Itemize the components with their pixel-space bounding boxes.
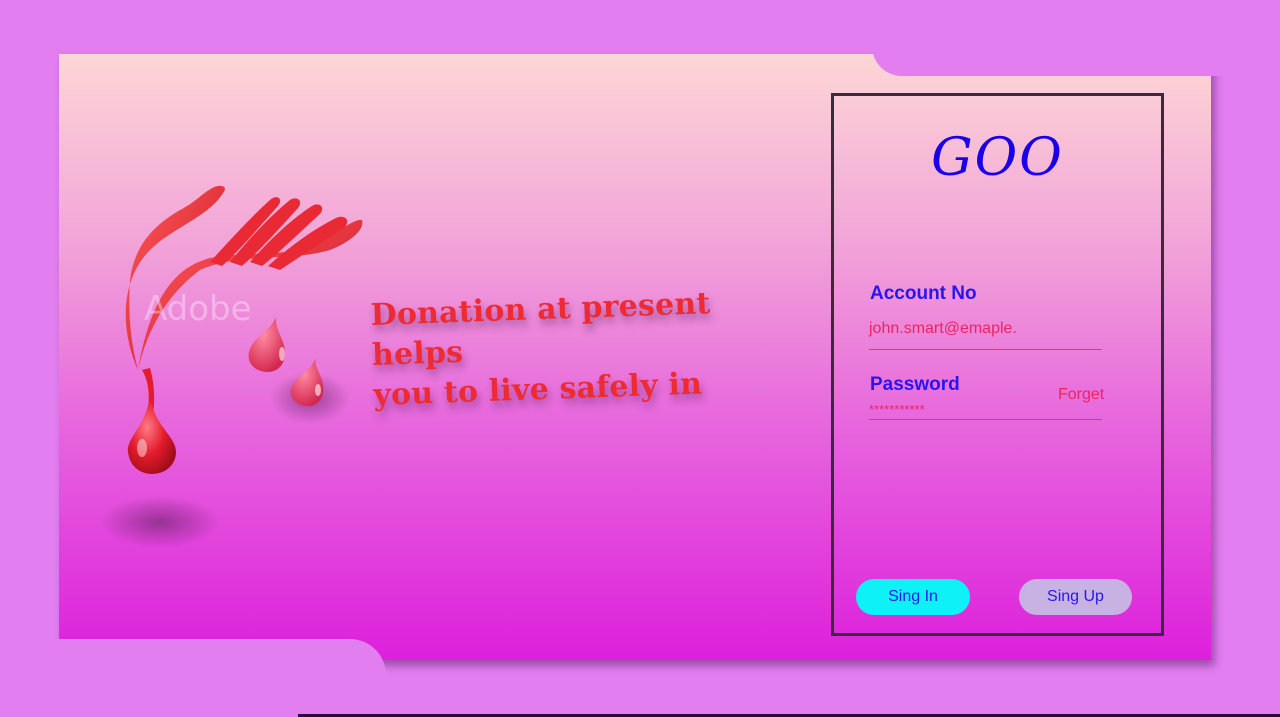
sign-up-button[interactable]: Sing Up (1019, 579, 1132, 615)
account-no-label: Account No (870, 283, 977, 304)
hand-blood-drop-icon: Adobe (90, 170, 380, 550)
card-notch-bottom-left (0, 639, 386, 717)
card-notch-top-right (872, 0, 1232, 76)
forget-password-link[interactable]: Forget (1058, 386, 1104, 404)
tagline-line-1: Donation at present helps (370, 286, 711, 373)
account-no-underline (869, 349, 1102, 350)
password-input[interactable]: *********** (869, 402, 925, 417)
account-no-input[interactable]: john.smart@emaple. (869, 320, 1017, 338)
hero-tagline: Donation at present helps you to live sa… (370, 281, 814, 416)
password-label: Password (870, 374, 960, 395)
brand-logo-text: GOO (931, 128, 1064, 188)
sign-in-button[interactable]: Sing In (856, 579, 970, 615)
watermark-text: Adobe (144, 289, 252, 329)
password-underline (869, 419, 1102, 420)
